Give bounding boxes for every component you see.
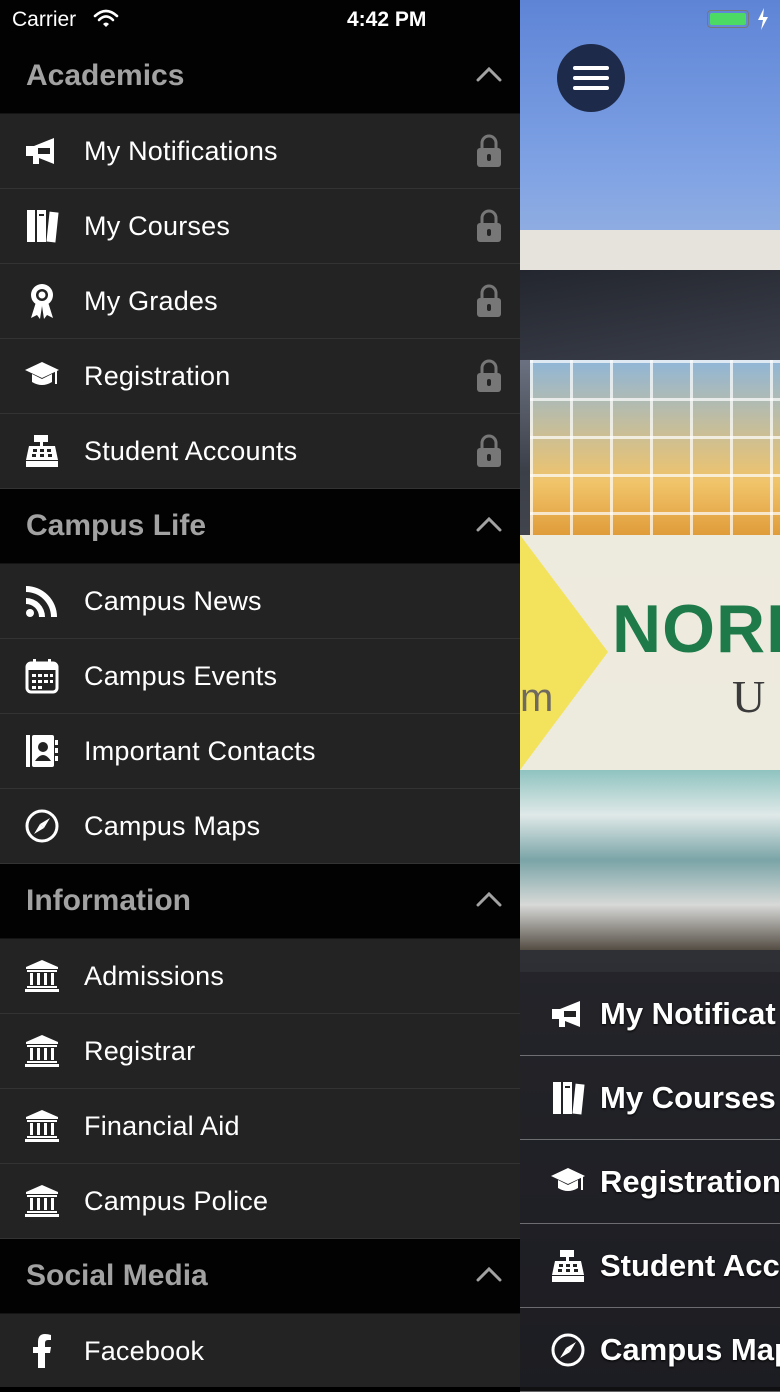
books-icon [550,1080,586,1116]
carrier-label: Carrier [12,8,77,31]
rss-icon [22,581,62,621]
menu-item-my-notifications[interactable]: My Notifications [0,114,520,189]
cash-register-icon [22,431,62,471]
menu-item-label: Campus Events [84,660,278,691]
menu-item-label: Campus Maps [84,810,261,841]
menu-item-label: Facebook [84,1335,205,1366]
calendar-icon [22,656,62,696]
section-header-social-media[interactable]: Social Media [0,1239,520,1314]
wifi-icon [93,8,119,34]
menu-item-registrar[interactable]: Registrar [0,1014,520,1089]
institution-icon [22,1106,62,1146]
menu-item-campus-news[interactable]: Campus News [0,564,520,639]
menu-item-facebook[interactable]: Facebook [0,1314,520,1387]
lock-icon [474,207,504,245]
menu-item-label: Campus News [84,585,262,616]
banner-left-text: m [520,676,554,720]
menu-item-label: Financial Aid [84,1110,240,1141]
facebook-icon [22,1331,62,1371]
megaphone-icon [22,131,62,171]
section-title: Academics [26,59,185,92]
section-header-academics[interactable]: Academics [0,39,520,114]
quick-link-label: Campus Map [600,1331,780,1367]
lock-icon [474,282,504,320]
charging-icon [757,8,769,36]
hamburger-icon [573,66,609,90]
menu-item-student-accounts[interactable]: Student Accounts [0,414,520,489]
lock-icon [474,357,504,395]
chevron-up-icon[interactable] [476,516,502,537]
quick-link-my-notificat[interactable]: My Notificat [520,972,780,1056]
cash-register-icon [550,1248,586,1284]
building-roof [520,270,780,360]
megaphone-icon [550,996,586,1032]
section-title: Information [26,884,191,917]
menu-item-my-grades[interactable]: My Grades [0,264,520,339]
quick-link-label: Registration [600,1163,780,1199]
quick-link-label: My Courses [600,1079,776,1115]
graduation-cap-icon [550,1164,586,1200]
status-bar: Carrier 4:42 PM [0,0,780,40]
menu-button[interactable] [557,44,625,112]
clock: 4:42 PM [347,8,427,31]
menu-item-label: Registration [84,360,231,391]
menu-item-label: My Grades [84,285,218,316]
quick-link-my-courses[interactable]: My Courses [520,1056,780,1140]
banner-university-name: NORI [612,591,780,667]
quick-link-label: Student Acc [600,1247,780,1283]
lock-icon [474,432,504,470]
compass-icon [22,806,62,846]
menu-item-campus-events[interactable]: Campus Events [0,639,520,714]
quick-link-label: My Notificat [600,995,776,1031]
menu-item-label: My Notifications [84,135,278,166]
building-facade [520,230,780,270]
graduation-cap-icon [22,356,62,396]
award-icon [22,281,62,321]
menu-item-label: Student Accounts [84,435,298,466]
menu-item-label: My Courses [84,210,231,241]
building-windows [530,360,780,535]
menu-item-financial-aid[interactable]: Financial Aid [0,1089,520,1164]
menu-item-campus-maps[interactable]: Campus Maps [0,789,520,864]
menu-item-admissions[interactable]: Admissions [0,939,520,1014]
section-header-campus-life[interactable]: Campus Life [0,489,520,564]
menu-item-label: Registrar [84,1035,196,1066]
side-drawer: Academics My Notifications My Courses My Gr… [0,0,520,1387]
chevron-up-icon[interactable] [476,891,502,912]
institution-icon [22,956,62,996]
chevron-up-icon[interactable] [476,1266,502,1287]
books-icon [22,206,62,246]
institution-icon [22,1181,62,1221]
section-title: Social Media [26,1259,208,1292]
menu-item-label: Campus Police [84,1185,269,1216]
chevron-up-icon[interactable] [476,66,502,87]
section-title: Campus Life [26,509,207,542]
compass-icon [550,1332,586,1368]
battery-icon [707,10,749,28]
menu-item-label: Admissions [84,960,225,991]
menu-item-important-contacts[interactable]: Important Contacts [0,714,520,789]
quick-links: My Notificat My Courses Registration Studen… [520,972,780,1392]
address-book-icon [22,731,62,771]
banner-chevron [520,535,608,770]
menu-item-registration[interactable]: Registration [0,339,520,414]
quick-link-campus-map[interactable]: Campus Map [520,1308,780,1392]
menu-item-campus-police[interactable]: Campus Police [0,1164,520,1239]
menu-item-my-courses[interactable]: My Courses [0,189,520,264]
menu-item-label: Important Contacts [84,735,316,766]
banner-subtitle: U [732,671,766,722]
section-header-information[interactable]: Information [0,864,520,939]
institution-icon [22,1031,62,1071]
quick-link-student-acc[interactable]: Student Acc [520,1224,780,1308]
building-canopy [520,770,780,950]
quick-link-registration[interactable]: Registration [520,1140,780,1224]
lock-icon [474,132,504,170]
